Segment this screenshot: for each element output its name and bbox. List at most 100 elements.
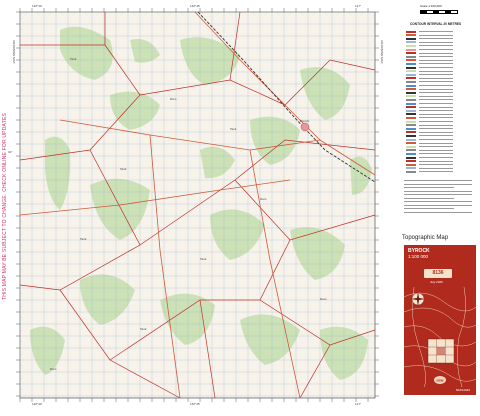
legend-item: [406, 145, 453, 148]
legend-item: [406, 167, 453, 170]
right-adjoining-label: ADJOINING MAP: [380, 40, 384, 64]
legend-item: [406, 127, 453, 130]
scale-bar: [420, 10, 458, 14]
bottom-coord-right: 147°: [355, 402, 362, 406]
legend-symbol: [406, 113, 416, 116]
legend-symbol: [406, 163, 416, 166]
legend-symbol: [406, 106, 416, 109]
legend-text-line: [419, 153, 453, 155]
legend-symbol: [406, 62, 416, 65]
legend-item: [406, 102, 453, 105]
legend-item: [406, 120, 453, 123]
legend-item: [406, 152, 453, 155]
legend-item: [406, 109, 453, 112]
left-adjoining-label: ADJOINING MAP: [12, 40, 16, 64]
legend-item: [406, 142, 453, 145]
locality-diagram: [427, 338, 455, 364]
legend-item: [406, 48, 453, 51]
legend-item: [406, 106, 453, 109]
legend-item: [406, 34, 453, 37]
legend-symbol: [406, 109, 416, 112]
legend-text-line: [419, 128, 453, 130]
legend-text-line: [419, 41, 453, 43]
legend-symbol: [406, 124, 416, 127]
legend-text-line: [419, 45, 453, 47]
legend-symbol: [406, 142, 416, 145]
legend-symbol: [406, 30, 416, 33]
legend-item: [406, 160, 453, 163]
legend-text-line: [419, 139, 453, 140]
legend-symbol: [406, 44, 416, 47]
scale-label: Scale 1:100,000: [420, 4, 442, 8]
legend-symbol: [406, 160, 416, 163]
svg-text:Byrock: Byrock: [300, 119, 310, 123]
legend-symbol: [406, 48, 416, 51]
legend-symbol: [406, 88, 416, 91]
top-coord-right: 147°: [355, 4, 362, 8]
legend-symbol: [406, 77, 416, 80]
legend-item: [406, 138, 453, 141]
svg-text:Tank: Tank: [140, 327, 147, 331]
legend-symbol: [406, 70, 416, 73]
legend-text-line: [419, 160, 453, 162]
legend-symbol: [406, 80, 416, 83]
legend-text-line: [419, 142, 453, 144]
map-frame: Tank Dam Tank Tank Dam Tank Tank Dam Tan…: [0, 0, 396, 411]
legend-item: [406, 116, 453, 119]
legend-symbol: [406, 84, 416, 87]
legend-symbol: [406, 95, 416, 98]
legend-symbol: [406, 73, 416, 76]
svg-text:Dam: Dam: [50, 367, 57, 371]
svg-text:Tank: Tank: [200, 257, 207, 261]
legend-item: [406, 52, 453, 55]
legend-symbol: [406, 116, 416, 119]
map-cover: BYROCK 1:100 000 8136 July 2025 NSW 60AS…: [404, 245, 476, 395]
legend-item: [406, 66, 453, 69]
legend-text-line: [419, 70, 453, 72]
legend-item: [406, 80, 453, 83]
top-coord-mid: 146°45': [190, 4, 201, 8]
legend-item: [406, 41, 453, 44]
legend-text-line: [419, 88, 453, 90]
legend-text-line: [419, 167, 453, 169]
legend-item: [406, 131, 453, 134]
legend-item: [406, 84, 453, 87]
map-disclaimer-note: THIS MAP MAY BE SUBJECT TO CHANGE. CHECK…: [2, 112, 8, 300]
legend-text-line: [404, 201, 472, 202]
sheet-number-badge: 8136: [424, 269, 452, 278]
nsw-crest-label: NSW: [437, 378, 444, 382]
legend-text-line: [419, 103, 453, 104]
legend-text-line: [419, 135, 453, 137]
legend-symbol: [406, 134, 416, 137]
map-scale: 1:100 000: [408, 254, 429, 259]
legend-text-line: [404, 204, 472, 206]
legend-symbol: [406, 34, 416, 37]
legend-text-line: [419, 81, 453, 83]
legend-symbol: [406, 138, 416, 141]
topographic-map-title: Topographic Map: [402, 235, 449, 241]
legend-symbol: [406, 102, 416, 105]
legend-text-line: [404, 208, 454, 209]
legend-symbol: [406, 91, 416, 94]
legend-symbol: [406, 156, 416, 159]
legend-text-line: [419, 31, 453, 32]
legend-text-line: [419, 113, 453, 115]
legend-text-line: [419, 106, 453, 108]
svg-text:Tank: Tank: [70, 57, 77, 61]
svg-text:Tank: Tank: [80, 237, 87, 241]
legend-text-line: [404, 194, 472, 195]
legend-text-line: [404, 180, 472, 181]
legend-item: [406, 88, 453, 91]
legend-text-line: [419, 131, 453, 133]
legend-symbol: [406, 41, 416, 44]
legend-item: [406, 37, 453, 40]
legend-text-line: [419, 38, 453, 40]
legend-item: [406, 98, 453, 101]
legend-symbol: [406, 149, 416, 152]
legend-symbol: [406, 37, 416, 40]
legend-item: [406, 77, 453, 80]
legend-item: [406, 59, 453, 62]
legend-item: [406, 95, 453, 98]
map-canvas[interactable]: Tank Dam Tank Tank Dam Tank Tank Dam Tan…: [0, 0, 396, 411]
legend-text-line: [419, 99, 453, 101]
